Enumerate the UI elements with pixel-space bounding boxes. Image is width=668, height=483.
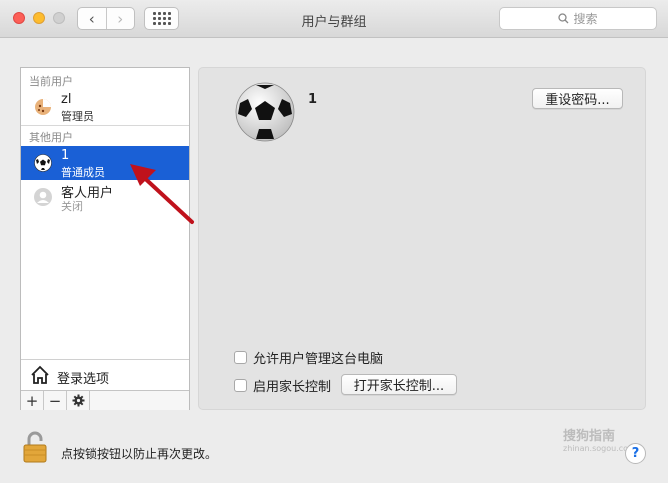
user-name: zl [61, 92, 72, 107]
login-options-item[interactable]: 登录选项 [21, 359, 189, 391]
annotation-arrow-icon [130, 164, 194, 224]
allow-admin-option: 允许用户管理这台电脑 [234, 348, 383, 367]
user-role: 普通成员 [61, 166, 105, 179]
soccer-ball-avatar-icon [34, 154, 52, 172]
users-sidebar: 当前用户 zl 管理员 其他用户 1 普通成员 客人用户 关闭 登录选项 + − [20, 67, 190, 410]
actions-menu-button[interactable] [67, 391, 90, 410]
help-button[interactable]: ? [625, 443, 646, 464]
sidebar-toolbar: + − [21, 390, 189, 410]
login-options-label: 登录选项 [57, 372, 110, 387]
remove-user-button[interactable]: − [44, 391, 67, 410]
watermark-title: 搜狗指南 [563, 429, 616, 444]
user-detail-pane: 1 重设密码... 允许用户管理这台电脑 启用家长控制 打开家长控制... [198, 67, 646, 410]
allow-admin-checkbox[interactable] [234, 351, 247, 364]
gear-icon [72, 394, 84, 407]
soccer-ball-avatar-icon[interactable] [234, 81, 296, 143]
parental-controls-checkbox[interactable] [234, 379, 247, 392]
search-placeholder: 搜索 [573, 12, 598, 26]
user-role: 关闭 [61, 200, 83, 213]
user-item-zl[interactable]: zl 管理员 [21, 90, 189, 124]
lock-icon[interactable] [20, 430, 50, 464]
current-users-header: 当前用户 [29, 75, 73, 88]
cookie-avatar-icon [35, 99, 51, 115]
guest-user-icon [34, 188, 52, 206]
selected-user-name: 1 [308, 92, 318, 107]
open-parental-controls-button[interactable]: 打开家长控制... [341, 374, 457, 395]
lock-hint-text: 点按锁按钮以防止再次更改。 [61, 447, 218, 461]
parental-controls-label: 启用家长控制 [253, 380, 332, 395]
section-divider [21, 125, 189, 126]
house-icon [31, 365, 49, 384]
search-input[interactable]: 搜索 [499, 7, 657, 30]
other-users-header: 其他用户 [29, 131, 73, 144]
user-name: 1 [61, 148, 70, 163]
user-role: 管理员 [61, 110, 94, 123]
add-user-button[interactable]: + [21, 391, 44, 410]
allow-admin-label: 允许用户管理这台电脑 [253, 352, 384, 367]
parental-controls-option: 启用家长控制 [234, 376, 331, 395]
reset-password-button[interactable]: 重设密码... [532, 88, 623, 109]
search-icon [558, 13, 569, 24]
title-bar: ‹ › 用户与群组 搜索 [0, 0, 668, 38]
